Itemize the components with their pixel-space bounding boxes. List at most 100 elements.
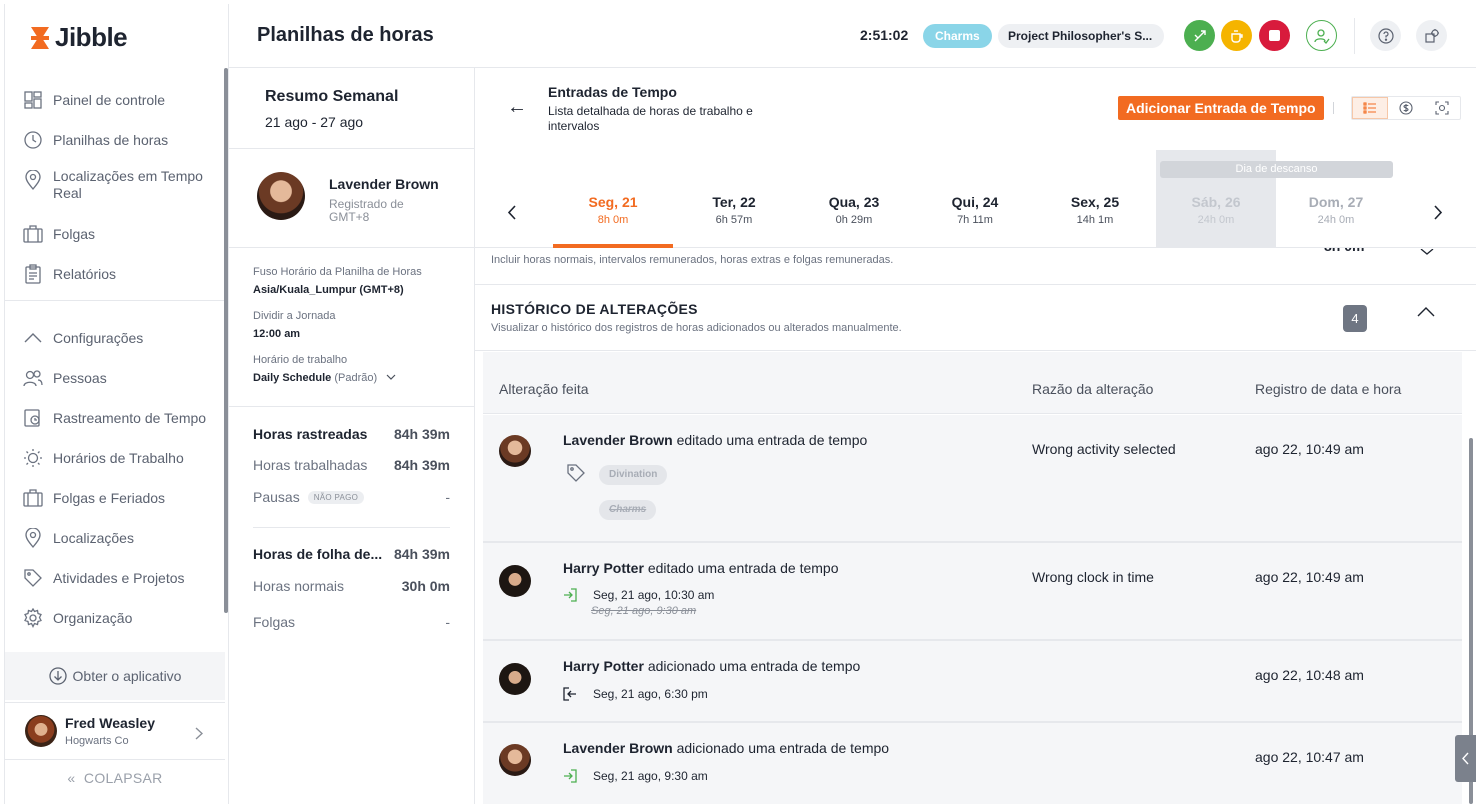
project-chip[interactable]: Project Philosopher's S... [998,24,1164,48]
schedule-block: Horário de trabalho Daily Schedule (Padr… [253,354,396,384]
day-name: Sáb, 26 [1191,194,1241,210]
nav-activities-projects[interactable]: Atividades e Projetos [5,558,225,598]
help-button[interactable] [1370,20,1401,51]
nav-dashboard[interactable]: Painel de controle [5,80,225,120]
summary-title: Resumo Semanal [265,88,399,105]
back-arrow-icon[interactable]: ← [507,96,527,119]
day-hours: 24h 0m [1317,214,1355,226]
nav-timesheets[interactable]: Planilhas de horas [5,120,225,160]
change-description: Harry Potter adicionado uma entrada de t… [563,658,860,674]
section-subtitle: Lista detalhada de horas de trabalho e i… [548,104,753,133]
get-app-button[interactable]: Obter o aplicativo [5,652,225,700]
dollar-icon [1399,101,1413,115]
day-tab-thu[interactable]: Qui, 24 7h 11m [915,150,1035,248]
download-icon [48,667,67,685]
add-time-entry-button[interactable]: Adicionar Entrada de Tempo [1118,96,1324,120]
activity-chip[interactable]: Charms [923,24,992,48]
integrations-button[interactable] [1416,20,1447,51]
unpaid-badge: NÃO PAGO [307,491,365,504]
chevron-up-icon[interactable] [1417,307,1435,317]
prev-week-button[interactable] [507,204,516,225]
nav-label: Painel de controle [53,92,166,108]
nav-live-locations[interactable]: Localizações em Tempo Real [5,160,225,210]
jibble-logo[interactable]: Jibble [29,22,128,53]
employee-name: Lavender Brown [329,176,439,192]
next-week-button[interactable] [1434,204,1443,225]
column-header: Alteração feita [499,381,589,397]
nav-people[interactable]: Pessoas [5,358,225,398]
stat-value: - [445,489,450,505]
split-value: 12:00 am [253,328,301,340]
change-history-header[interactable]: HISTÓRICO DE ALTERAÇÕES Visualizar o his… [475,284,1476,351]
change-action: adicionado uma entrada de tempo [676,740,890,756]
sidebar-scrollbar[interactable] [224,68,228,613]
new-activity-tag: Divination [599,465,668,485]
day-tab-tue[interactable]: Ter, 22 6h 57m [674,150,794,248]
nav-time-off[interactable]: Folgas [5,214,225,254]
side-panel-toggle[interactable] [1455,735,1476,782]
nav-reports[interactable]: Relatórios [5,254,225,294]
switch-activity-button[interactable] [1184,20,1215,51]
timezone-block: Fuso Horário da Planilha de Horas Asia/K… [253,266,422,296]
money-view-button[interactable] [1388,97,1424,119]
history-table-header: Alteração feita Razão da alteração Regis… [483,352,1462,414]
current-user[interactable]: Fred Weasley Hogwarts Co [5,702,225,760]
collapse-button[interactable]: « COLAPSAR [5,770,225,786]
day-tab-mon[interactable]: Seg, 21 8h 0m [553,150,673,248]
day-hours: 24h 0m [1197,214,1235,226]
user-name: Fred Weasley [65,715,156,731]
change-timestamp: ago 22, 10:47 am [1255,749,1364,765]
divider [253,527,450,528]
dashboard-icon [23,90,43,110]
clock-out-button[interactable] [1259,20,1290,51]
avatar [499,565,531,597]
change-description: Harry Potter editado uma entrada de temp… [563,560,839,576]
summary-date-range: 21 ago - 27 ago [265,114,364,130]
briefcase-icon [23,224,43,244]
nav-label: Rastreamento de Tempo [53,410,207,426]
nav-label: Horários de Trabalho [53,450,184,466]
day-name: Sex, 25 [1070,194,1120,210]
avatar [499,663,531,695]
nav-organization[interactable]: Organização [5,598,225,638]
break-button[interactable] [1221,20,1252,51]
change-description: Lavender Brown adicionado uma entrada de… [563,740,889,756]
clock-out-icon [563,687,576,701]
nav-time-tracking[interactable]: Rastreamento de Tempo [5,398,225,438]
day-name: Qui, 24 [951,194,999,210]
day-tab-fri[interactable]: Sex, 25 14h 1m [1035,150,1155,248]
nav-label: Localizações em Tempo Real [53,168,203,201]
nav-settings-toggle[interactable]: Configurações [5,318,225,358]
day-hours: 8h 0m [597,214,629,226]
payroll-description: Incluir horas normais, intervalos remune… [491,254,894,266]
list-view-button[interactable] [1352,97,1388,119]
user-status-button[interactable] [1306,20,1337,51]
nav-work-schedules[interactable]: Horários de Trabalho [5,438,225,478]
nav-label: Relatórios [53,266,117,282]
face-scan-view-button[interactable] [1424,97,1460,119]
chevron-left-icon [507,205,516,220]
nav-locations[interactable]: Localizações [5,518,225,558]
chevron-right-icon [195,727,203,740]
chevron-down-icon[interactable] [1420,249,1434,255]
avatar [25,715,57,747]
nav-leave-holidays[interactable]: Folgas e Feriados [5,478,225,518]
nav-divider [5,300,225,301]
top-bar: Planilhas de horas 2:51:02 Charms Projec… [229,4,1476,68]
split-label: Dividir a Jornada [253,310,336,322]
get-app-label: Obter o aplicativo [72,668,182,684]
history-title: HISTÓRICO DE ALTERAÇÕES [491,301,698,317]
employee-registered: Registrado de GMT+8 [329,197,404,224]
stat-label: Horas rastreadas [253,426,368,442]
divider [229,148,475,149]
nav-label: Localizações [53,530,134,546]
history-count-badge: 4 [1343,305,1367,332]
day-tab-wed[interactable]: Qua, 23 0h 29m [794,150,914,248]
day-hours: 0h 29m [835,214,873,226]
change-author: Harry Potter [563,560,644,576]
nav-label: Folgas e Feriados [53,490,166,506]
table-row: Harry Potter adicionado uma entrada de t… [483,641,1462,723]
clipboard-icon [23,264,43,284]
schedule-dropdown[interactable]: Daily Schedule (Padrão) [253,372,396,384]
clock-in-icon [564,769,577,783]
